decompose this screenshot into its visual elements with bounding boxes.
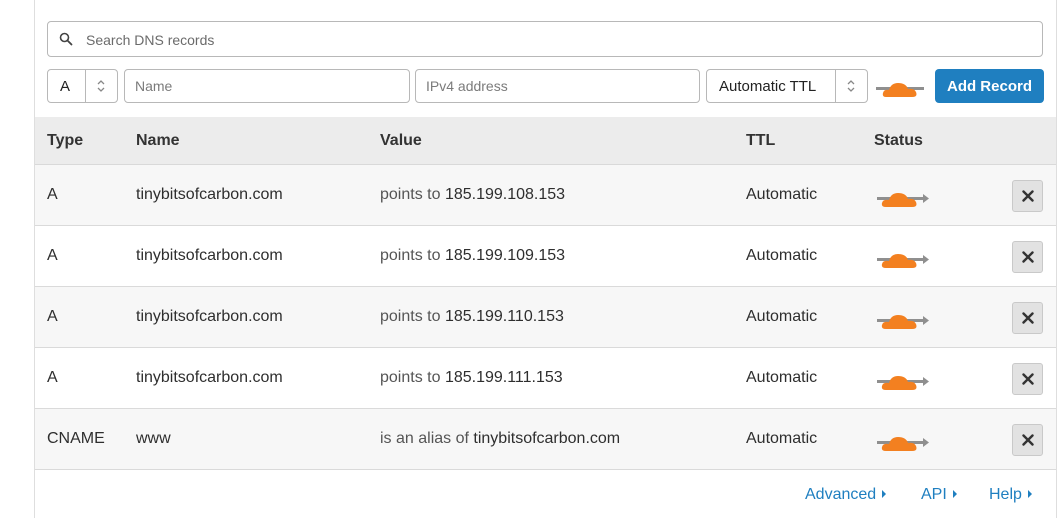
column-header-name[interactable]: Name bbox=[136, 117, 180, 165]
search-box[interactable] bbox=[47, 21, 1043, 58]
record-type-select[interactable]: A bbox=[47, 69, 118, 103]
delete-button[interactable] bbox=[1012, 363, 1043, 395]
value-prefix: is an alias of bbox=[380, 430, 469, 447]
record-ttl[interactable]: Automatic bbox=[746, 409, 817, 469]
help-link-label: Help bbox=[989, 486, 1022, 503]
record-value[interactable]: is an alias of tinybitsofcarbon.com bbox=[380, 409, 620, 469]
delete-button[interactable] bbox=[1012, 180, 1043, 212]
dns-records-panel: A Automatic TTL Add Record Type Name bbox=[34, 0, 1057, 518]
column-header-type[interactable]: Type bbox=[47, 117, 83, 165]
close-icon bbox=[1022, 312, 1034, 324]
ipv4-field-wrapper[interactable] bbox=[415, 69, 700, 103]
help-link[interactable]: Help bbox=[989, 486, 1032, 504]
record-type[interactable]: A bbox=[47, 165, 58, 225]
record-name[interactable]: tinybitsofcarbon.com bbox=[136, 226, 283, 286]
delete-button[interactable] bbox=[1012, 424, 1043, 456]
record-type[interactable]: A bbox=[47, 348, 58, 408]
record-name[interactable]: tinybitsofcarbon.com bbox=[136, 287, 283, 347]
value-text: 185.199.108.153 bbox=[444, 186, 566, 203]
value-text: 185.199.111.153 bbox=[444, 369, 563, 386]
record-type[interactable]: CNAME bbox=[47, 409, 105, 469]
cloud-icon[interactable] bbox=[877, 307, 931, 331]
record-type[interactable]: A bbox=[47, 287, 58, 347]
close-icon bbox=[1022, 434, 1034, 446]
record-ttl[interactable]: Automatic bbox=[746, 165, 817, 225]
table-row: A tinybitsofcarbon.com points to 185.199… bbox=[35, 287, 1056, 348]
cloud-icon[interactable] bbox=[877, 185, 931, 209]
delete-button[interactable] bbox=[1012, 302, 1043, 334]
table-row: A tinybitsofcarbon.com points to 185.199… bbox=[35, 348, 1056, 409]
table-header: Type Name Value TTL Status bbox=[35, 117, 1056, 165]
delete-button[interactable] bbox=[1012, 241, 1043, 273]
close-icon bbox=[1022, 251, 1034, 263]
cloud-icon[interactable] bbox=[877, 429, 931, 453]
add-record-button[interactable]: Add Record bbox=[935, 69, 1044, 103]
caret-right-icon bbox=[1027, 490, 1032, 498]
caret-right-icon bbox=[882, 490, 887, 498]
api-link-label: API bbox=[921, 486, 947, 503]
caret-right-icon bbox=[952, 490, 957, 498]
select-arrows-icon[interactable] bbox=[835, 70, 867, 102]
value-text: 185.199.110.153 bbox=[444, 308, 564, 325]
record-name[interactable]: tinybitsofcarbon.com bbox=[136, 165, 283, 225]
record-ttl[interactable]: Automatic bbox=[746, 348, 817, 408]
name-field-wrapper[interactable] bbox=[124, 69, 410, 103]
advanced-link-label: Advanced bbox=[805, 486, 877, 503]
record-type[interactable]: A bbox=[47, 226, 58, 286]
name-field[interactable] bbox=[125, 70, 409, 102]
table-row: A tinybitsofcarbon.com points to 185.199… bbox=[35, 226, 1056, 287]
table-row: CNAME www is an alias of tinybitsofcarbo… bbox=[35, 409, 1056, 470]
value-prefix: points to bbox=[380, 308, 441, 325]
ttl-select[interactable]: Automatic TTL bbox=[706, 69, 868, 103]
record-value[interactable]: points to 185.199.111.153 bbox=[380, 348, 563, 408]
ipv4-address-field[interactable] bbox=[416, 70, 699, 102]
record-name[interactable]: www bbox=[136, 409, 171, 469]
cloud-icon[interactable] bbox=[876, 76, 930, 100]
value-prefix: points to bbox=[380, 247, 441, 264]
api-link[interactable]: API bbox=[921, 486, 957, 504]
record-value[interactable]: points to 185.199.109.153 bbox=[380, 226, 565, 286]
select-arrows-icon[interactable] bbox=[85, 70, 117, 102]
table-row: A tinybitsofcarbon.com points to 185.199… bbox=[35, 165, 1056, 226]
cloud-icon[interactable] bbox=[877, 368, 931, 392]
ttl-value: Automatic TTL bbox=[719, 78, 817, 95]
column-header-ttl[interactable]: TTL bbox=[746, 117, 775, 165]
column-header-status: Status bbox=[874, 132, 923, 149]
value-text: 185.199.109.153 bbox=[444, 247, 566, 264]
cloud-icon[interactable] bbox=[877, 246, 931, 270]
close-icon bbox=[1022, 373, 1034, 385]
column-header-value[interactable]: Value bbox=[380, 117, 422, 165]
search-input[interactable] bbox=[84, 22, 1028, 58]
record-type-value: A bbox=[60, 78, 71, 95]
advanced-link[interactable]: Advanced bbox=[805, 486, 887, 504]
close-icon bbox=[1022, 190, 1034, 202]
record-value[interactable]: points to 185.199.108.153 bbox=[380, 165, 565, 225]
value-prefix: points to bbox=[380, 186, 441, 203]
value-text: tinybitsofcarbon.com bbox=[473, 430, 621, 447]
record-name[interactable]: tinybitsofcarbon.com bbox=[136, 348, 283, 408]
record-ttl[interactable]: Automatic bbox=[746, 287, 817, 347]
record-ttl[interactable]: Automatic bbox=[746, 226, 817, 286]
record-value[interactable]: points to 185.199.110.153 bbox=[380, 287, 564, 347]
value-prefix: points to bbox=[380, 369, 441, 386]
search-icon bbox=[59, 32, 73, 46]
